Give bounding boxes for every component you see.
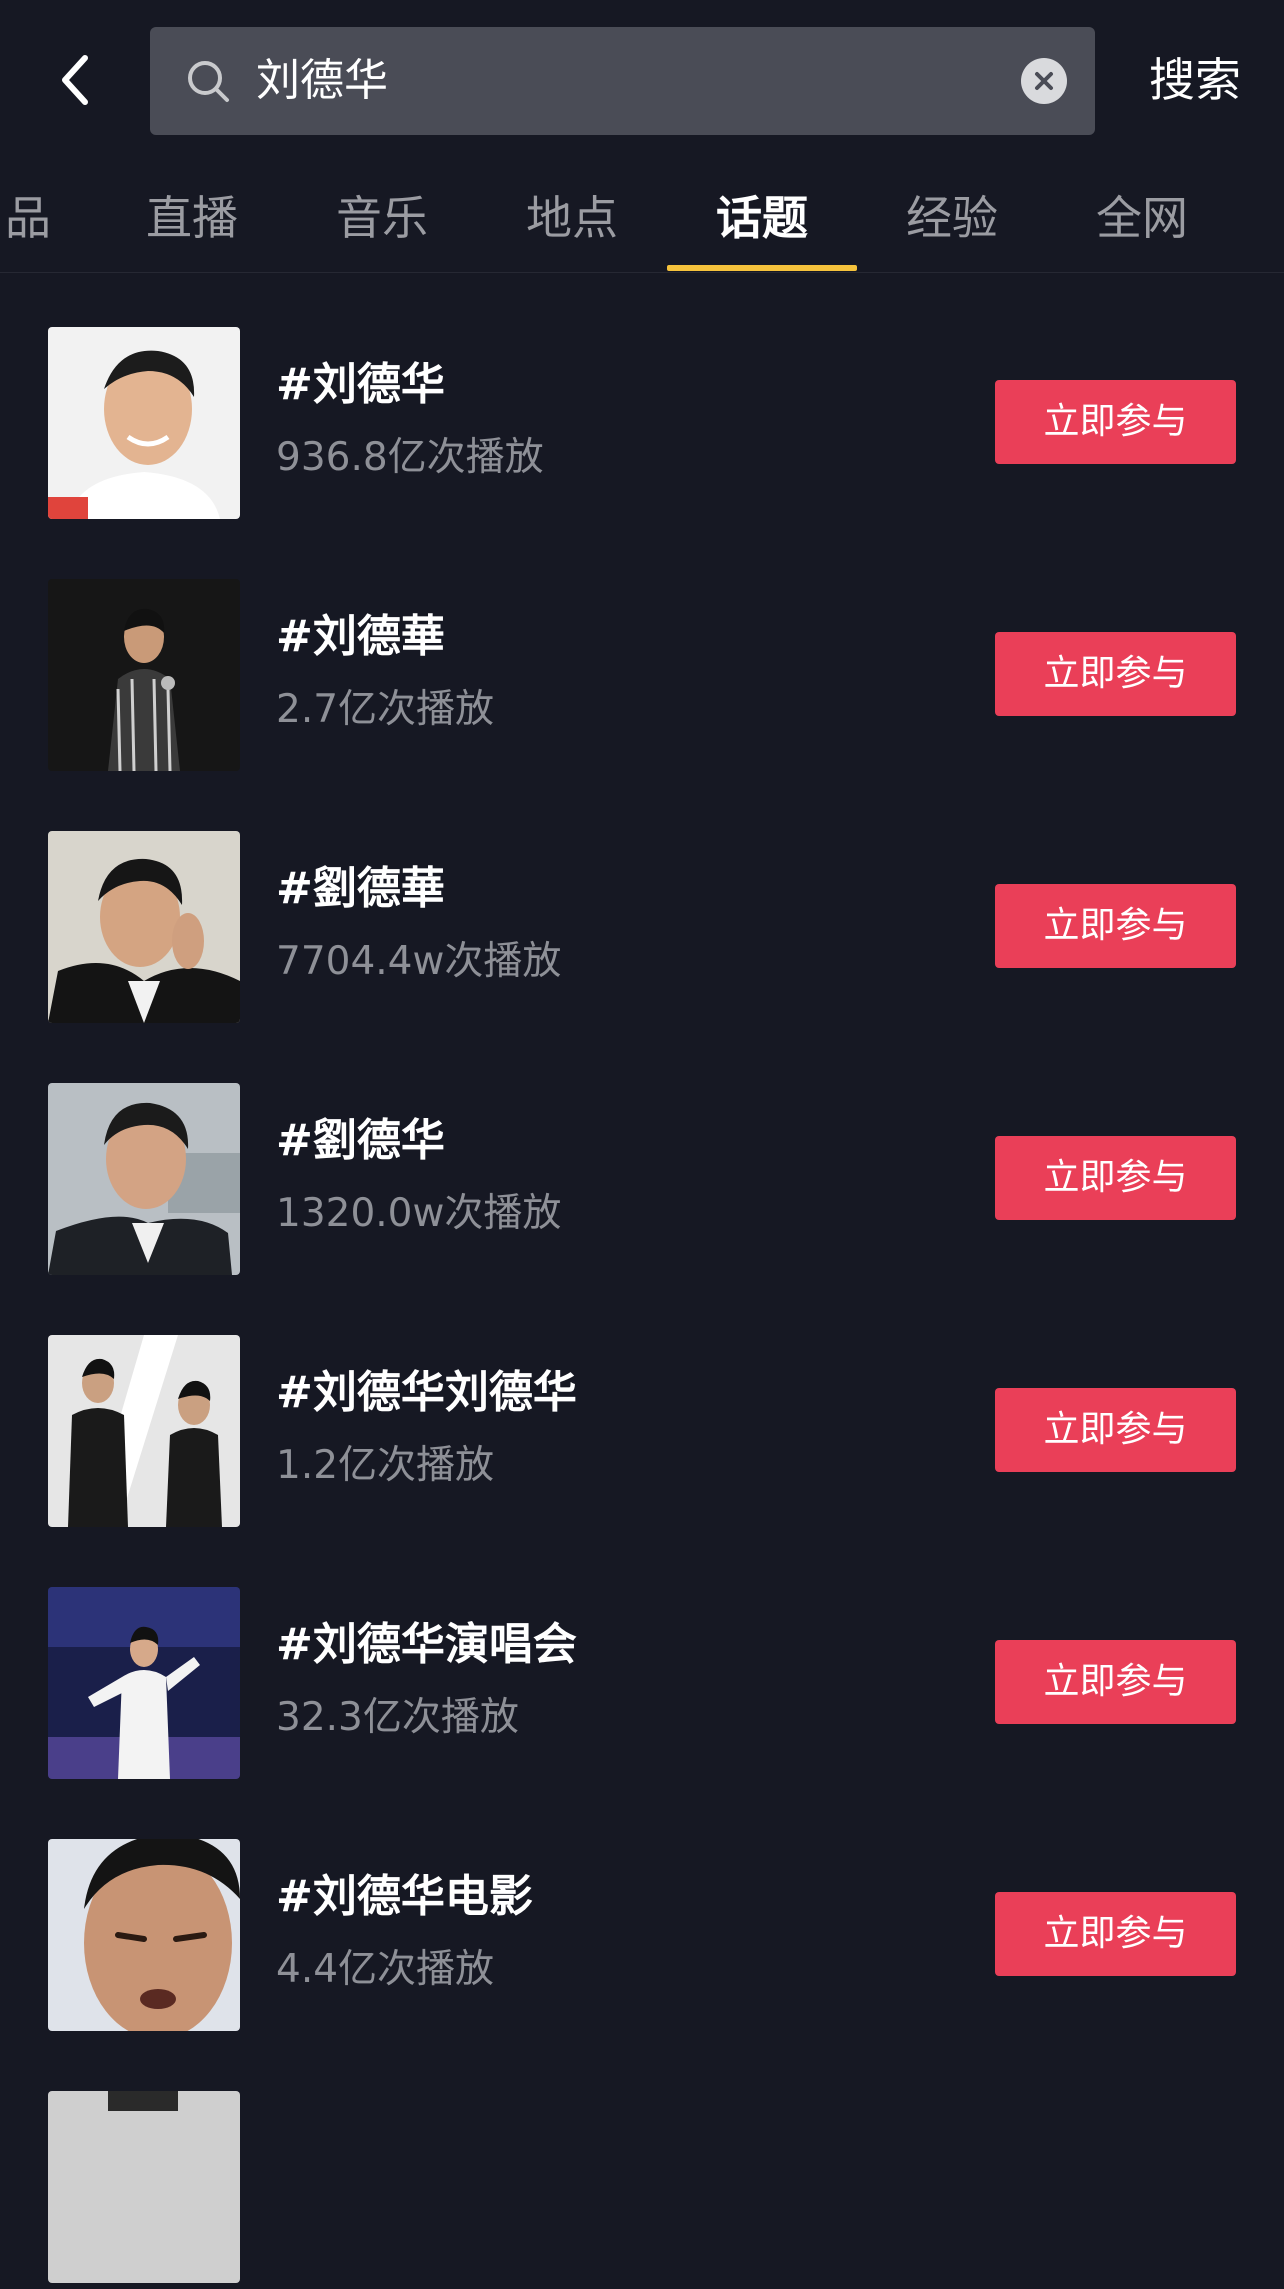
topic-play-count: 32.3亿次播放 [276,1695,519,1740]
topic-title: #劉德华 [276,1115,445,1166]
topic-play-count: 2.7亿次播放 [276,687,495,732]
join-button[interactable]: 立即参与 [995,1136,1236,1220]
join-button[interactable]: 立即参与 [995,1640,1236,1724]
active-tab-indicator [667,265,857,271]
topic-play-count: 1320.0w次播放 [276,1191,562,1236]
topic-title: #刘德華 [276,611,445,662]
join-button[interactable]: 立即参与 [995,632,1236,716]
join-button[interactable]: 立即参与 [995,1892,1236,1976]
tab-places[interactable]: 地点 [522,178,622,258]
topic-title: #刘德华刘德华 [276,1367,577,1418]
search-input[interactable] [256,27,956,135]
topic-play-count: 4.4亿次播放 [276,1947,495,1992]
list-item[interactable]: #刘德华演唱会 32.3亿次播放 立即参与 [0,1533,1284,1785]
join-button[interactable]: 立即参与 [995,380,1236,464]
join-button[interactable]: 立即参与 [995,1388,1236,1472]
list-item[interactable]: #劉德华 1320.0w次播放 立即参与 [0,1029,1284,1281]
topic-thumbnail [48,1335,240,1527]
clear-search-button[interactable] [1021,58,1067,104]
list-item[interactable]: #刘德华 936.8亿次播放 立即参与 [0,273,1284,525]
topic-play-count: 1.2亿次播放 [276,1443,495,1488]
tab-music[interactable]: 音乐 [332,178,432,258]
topic-title: #刘德华演唱会 [276,1619,577,1670]
search-header: 搜索 [0,0,1284,160]
list-item[interactable]: #刘德華 2.7亿次播放 立即参与 [0,525,1284,777]
topic-play-count: 7704.4w次播放 [276,939,562,984]
topic-thumbnail [48,1587,240,1779]
list-item[interactable]: #刘德华刘德华 1.2亿次播放 立即参与 [0,1281,1284,1533]
topic-title: #刘德华 [276,359,445,410]
topic-title: #劉德華 [276,863,445,914]
topic-thumbnail [48,1083,240,1275]
tab-products[interactable]: 品 [0,178,58,258]
search-icon [188,61,229,102]
list-item[interactable] [0,2037,1284,2289]
list-item[interactable]: #劉德華 7704.4w次播放 立即参与 [0,777,1284,1029]
tab-live[interactable]: 直播 [142,178,242,258]
category-tabs: 品 直播 音乐 地点 话题 经验 全网 [0,160,1284,273]
topic-title: #刘德华电影 [276,1871,533,1922]
topic-thumbnail [48,1839,240,2031]
topic-thumbnail [48,2091,240,2283]
topic-thumbnail [48,831,240,1023]
tab-experience[interactable]: 经验 [902,178,1002,258]
close-icon [1035,72,1053,90]
topic-play-count: 936.8亿次播放 [276,435,544,480]
back-button[interactable] [40,40,110,120]
search-box[interactable] [150,27,1095,135]
join-button[interactable]: 立即参与 [995,884,1236,968]
topic-thumbnail [48,579,240,771]
tab-web[interactable]: 全网 [1092,178,1192,258]
chevron-left-icon [62,55,88,105]
tab-topics[interactable]: 话题 [712,178,812,258]
search-button[interactable]: 搜索 [1130,40,1260,120]
list-item[interactable]: #刘德华电影 4.4亿次播放 立即参与 [0,1785,1284,2037]
topic-thumbnail [48,327,240,519]
